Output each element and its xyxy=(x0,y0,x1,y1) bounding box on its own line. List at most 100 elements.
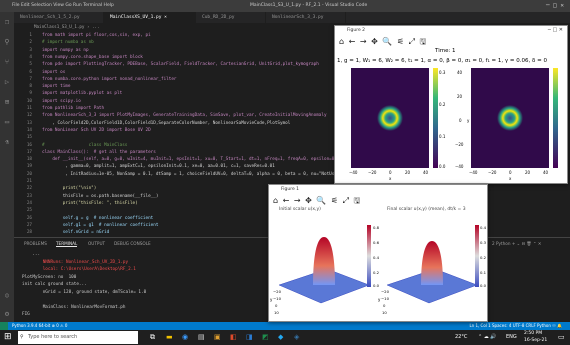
code-line[interactable]: , gamma=0, amplit=1, ampExtC=1, epsilonI… xyxy=(42,164,275,169)
code-line[interactable]: print("thisFile: ", thisFile) xyxy=(42,201,138,206)
code-line[interactable]: self.nGrid = nGrid xyxy=(42,230,110,235)
code-line[interactable]: # class MainClass xyxy=(42,143,127,148)
status-left[interactable]: Python 3.9.4 64-bit ⊗ 0 ⚠ 0 xyxy=(12,322,67,330)
excel-icon[interactable]: ◩ xyxy=(262,333,269,341)
terminal-line: ... xyxy=(22,252,41,257)
test-icon[interactable]: ⚗ xyxy=(3,138,11,146)
clock-time[interactable]: 2:50 PM xyxy=(524,331,542,336)
code-line[interactable]: import numpy as np xyxy=(42,48,89,53)
code-line[interactable]: import os xyxy=(42,70,65,75)
code-line[interactable]: from math import pi floor,cos,sin, exp, … xyxy=(42,33,151,38)
code-line[interactable]: from numba.core.python import nonad_nonl… xyxy=(42,77,177,82)
python-icon[interactable]: ◈ xyxy=(294,333,299,341)
clock-date[interactable]: 16-Sep-21 xyxy=(524,338,547,343)
tab-terminal[interactable]: TERMINAL xyxy=(56,241,78,247)
code-line[interactable]: def __init__(self, a=0, g=0, wInit=4, mu… xyxy=(42,157,339,162)
figure-window-3d[interactable]: Figure 1 ⌂ ← → ✥ 🔍 ⚟ ⤢ 🖫 Initial scalar … xyxy=(268,184,488,322)
remote-icon[interactable]: ▭ xyxy=(3,118,11,126)
code-line[interactable]: thisFile = os.path.basename(__file__) xyxy=(42,194,159,199)
terminal-line: PlotMyScreen: no 100 xyxy=(22,274,77,280)
colorbar-tick: 0.8 xyxy=(373,225,380,230)
code-line[interactable]: class MainClass(): # get all the paramet… xyxy=(42,150,156,155)
code-line[interactable]: , InitRadius=1e-05, NonSamp = 0.1, dtSam… xyxy=(42,172,347,177)
code-line[interactable]: print("\nin") xyxy=(42,186,97,191)
line-number: 21 xyxy=(26,179,32,184)
line-number: 18 xyxy=(26,157,32,163)
code-line[interactable]: , ColorField2D,ColorField1D,ColorField1D… xyxy=(42,121,290,126)
line-number: 3 xyxy=(29,47,32,53)
line-number: 17 xyxy=(26,149,32,155)
tray-icons[interactable]: ⌃ ☁ 🔊 xyxy=(478,334,497,340)
windows-start-icon[interactable]: ⊞ xyxy=(4,332,12,342)
code-line[interactable]: from numpy.core.shape_base import block xyxy=(42,55,143,60)
run-debug-icon[interactable]: ▷ xyxy=(3,78,11,86)
panel-actions[interactable]: 2 Python + ⌄ ⊟ 🗑 ⌃ ✕ xyxy=(492,241,541,247)
axis-tick: −10 xyxy=(273,296,282,301)
colorbar-tick: 0.3 xyxy=(480,240,487,245)
editor-tabs: Nonlinear_Sch_1_5_2.py MainClassXS_UV_1.… xyxy=(14,12,570,23)
remote-status-icon[interactable] xyxy=(0,322,8,330)
axis-label: y xyxy=(270,297,273,302)
powerpoint-icon[interactable]: ◧ xyxy=(230,333,237,341)
code-line[interactable]: # import numba as nb xyxy=(42,40,94,45)
terminal-line: FIG xyxy=(22,312,30,317)
word-icon[interactable]: ◨ xyxy=(246,333,253,341)
tab-problems[interactable]: PROBLEMS xyxy=(24,241,47,246)
window-controls[interactable]: ─ □ ✕ xyxy=(546,2,564,9)
line-number: 13 xyxy=(26,120,32,126)
tab-mainclass[interactable]: MainClassXS_UV_1.py × xyxy=(104,12,196,23)
vscode-icon[interactable]: ◆ xyxy=(278,333,283,341)
source-control-icon[interactable]: ⑂ xyxy=(3,58,11,66)
colorbar-tick: 0.1 xyxy=(439,134,446,139)
account-icon[interactable]: ☺ xyxy=(3,292,11,300)
axis-tick: 0 xyxy=(383,303,386,308)
taskbar-search-box[interactable]: ⚲ Type here to search xyxy=(18,331,138,344)
status-right[interactable]: Ln 1, Col 1 Spaces: 4 UTF-8 CRLF Python … xyxy=(469,322,562,330)
extensions-icon[interactable]: ⊞ xyxy=(3,98,11,106)
store-icon[interactable]: ▤ xyxy=(198,333,205,341)
axis-label: y xyxy=(378,297,381,302)
x-tick: −40 xyxy=(469,170,478,175)
explorer-icon[interactable]: ❐ xyxy=(3,18,11,26)
tab-cub-rd[interactable]: Cub_RD_2D_py xyxy=(196,12,266,23)
colorbar-tick: 0.2 xyxy=(439,102,446,107)
menu-bar[interactable]: File Edit Selection View Go Run Terminal… xyxy=(12,3,114,8)
language-indicator[interactable]: ENG xyxy=(506,334,517,340)
window-title: MainClass1_S3_U_1.py - RF_2.1 - Visual S… xyxy=(250,3,368,8)
tab-debug-console[interactable]: DEBUG CONSOLE xyxy=(114,241,151,246)
settings-gear-icon[interactable]: ⚙ xyxy=(3,310,11,318)
code-line[interactable]: import time xyxy=(42,84,70,89)
code-line[interactable]: self.g = g # nonlinear coefficient xyxy=(42,216,154,221)
search-icon[interactable]: ⚲ xyxy=(3,38,11,46)
code-line[interactable]: from pde import PlottingTracker, PDEBase… xyxy=(42,62,319,67)
window-titlebar: File Edit Selection View Go Run Terminal… xyxy=(0,0,570,12)
left-ring xyxy=(377,105,403,131)
left-surface-peak xyxy=(313,237,335,285)
code-line[interactable]: from NonlinearSch_3_3 import PlotMyImage… xyxy=(42,113,327,118)
figure-window-2d[interactable]: Figure 2 ─ □ ✕ ⌂ ← → ✥ 🔍 ⚟ ⤢ 🖫 Time: 1 1… xyxy=(334,25,568,184)
x-tick: 20 xyxy=(525,170,531,175)
line-number: 22 xyxy=(26,186,32,192)
y-tick: 40 xyxy=(457,70,463,75)
tab-nonlinear-sch[interactable]: Nonlinear_Sch_1_5_2.py xyxy=(14,12,104,23)
y-tick: 20 xyxy=(457,94,463,99)
taskbar-weather[interactable]: 22°C xyxy=(455,334,467,340)
tab-nonlinearsch-3-3[interactable]: NonlinearSch_3_3.py xyxy=(266,12,346,23)
notification-icon[interactable]: ▭ xyxy=(558,333,565,341)
line-number: 1 xyxy=(29,33,32,38)
code-line[interactable]: import scipy.io xyxy=(42,99,81,104)
code-line[interactable]: self.g1 = g1 # nonlinear coefficient xyxy=(42,223,159,228)
x-tick: 40 xyxy=(543,170,549,175)
tab-output[interactable]: OUTPUT xyxy=(88,241,105,246)
left-colorbar xyxy=(367,225,371,287)
line-number: 10 xyxy=(26,98,32,104)
file-explorer-icon[interactable]: ▬ xyxy=(166,333,173,341)
left-colorbar xyxy=(433,68,438,168)
folder-icon[interactable]: ▣ xyxy=(214,333,221,341)
code-line[interactable]: from NonLinear Sch UV 2D import Bose UV … xyxy=(42,128,151,133)
code-line[interactable]: import matplotlib.pyplot as plt xyxy=(42,91,122,96)
edge-icon[interactable]: ◉ xyxy=(182,333,188,341)
code-line[interactable]: from pathlib import Path xyxy=(42,106,104,111)
line-number: 14 xyxy=(26,127,32,133)
task-view-icon[interactable]: ⧉ xyxy=(150,333,155,342)
